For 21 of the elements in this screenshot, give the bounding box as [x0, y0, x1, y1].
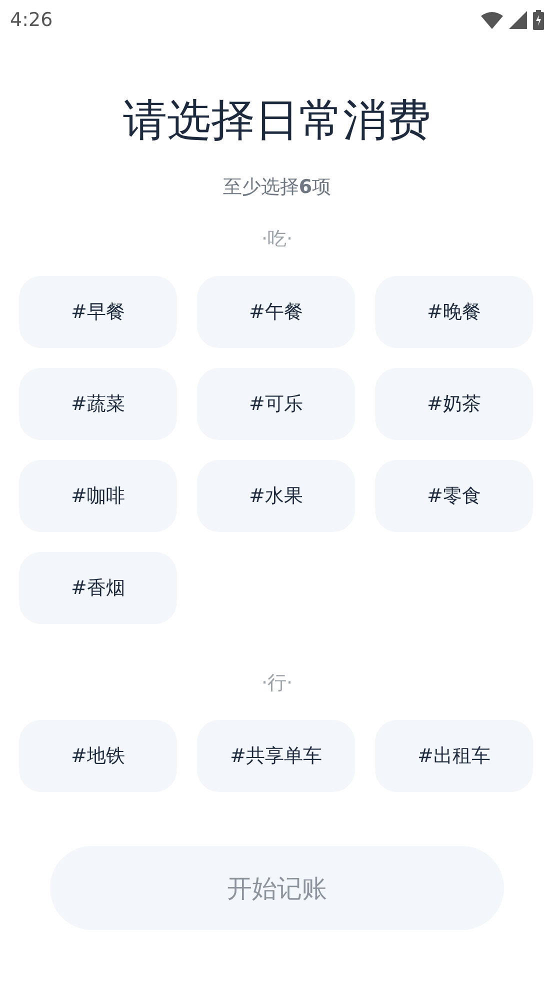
section-label: ·行·: [260, 671, 294, 696]
tag-chip[interactable]: #早餐: [19, 276, 177, 348]
tag-chip[interactable]: #午餐: [197, 276, 355, 348]
subtitle: 至少选择6项: [222, 175, 332, 200]
tag-chip[interactable]: #水果: [197, 460, 355, 532]
section-label: ·吃·: [260, 227, 294, 252]
signal-icon: [509, 11, 527, 29]
tag-chip[interactable]: #晚餐: [375, 276, 533, 348]
tag-chip[interactable]: #蔬菜: [19, 368, 177, 440]
tag-chip[interactable]: #香烟: [19, 552, 177, 624]
wifi-icon: [481, 11, 503, 29]
tag-chip[interactable]: #可乐: [197, 368, 355, 440]
tag-chip[interactable]: #共享单车: [197, 720, 355, 792]
tag-chip[interactable]: #零食: [375, 460, 533, 532]
status-time: 4:26: [10, 9, 53, 31]
tag-chip[interactable]: #咖啡: [19, 460, 177, 532]
tag-chip[interactable]: #地铁: [19, 720, 177, 792]
tag-chip[interactable]: #奶茶: [375, 368, 533, 440]
battery-icon: [533, 10, 544, 30]
tag-chip[interactable]: #出租车: [375, 720, 533, 792]
page-title: 请选择日常消费: [122, 94, 432, 148]
